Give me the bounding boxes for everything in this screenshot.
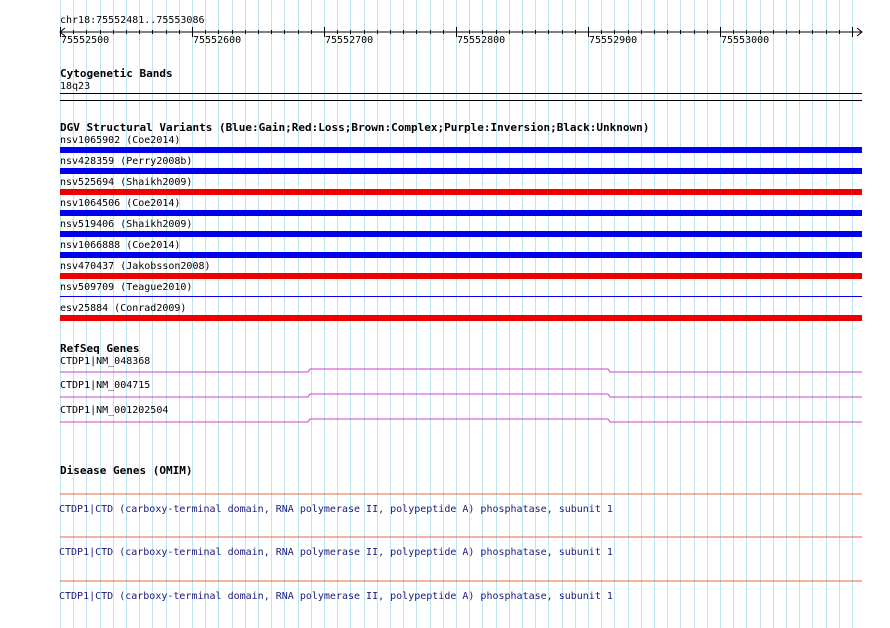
cytoband-label[interactable]: 18q23: [60, 81, 90, 93]
dgv-track-title: DGV Structural Variants (Blue:Gain;Red:L…: [60, 121, 650, 134]
omim-gene-label[interactable]: CTDP1|CTD (carboxy-terminal domain, RNA …: [59, 547, 613, 559]
variant-bar-loss[interactable]: [60, 315, 862, 321]
variant-label[interactable]: nsv428359 (Perry2008b): [60, 156, 192, 168]
omim-track-title: Disease Genes (OMIM): [60, 464, 193, 477]
ruler-tick-label: 75552700: [325, 35, 374, 46]
ruler-tick-label: 75552500: [61, 35, 110, 46]
variant-bar-gain[interactable]: [60, 168, 862, 174]
omim-gene-label[interactable]: CTDP1|CTD (carboxy-terminal domain, RNA …: [59, 504, 613, 516]
variant-bar-gain[interactable]: [60, 147, 862, 153]
variant-bar-gain[interactable]: [60, 210, 862, 216]
variant-label[interactable]: nsv519406 (Shaikh2009): [60, 219, 192, 231]
cytoband-band-bottom: [60, 100, 862, 101]
gene-model[interactable]: [60, 414, 862, 428]
ruler-tick-label: 75552600: [193, 35, 242, 46]
refseq-track-title: RefSeq Genes: [60, 342, 140, 355]
variant-label[interactable]: nsv1064506 (Coe2014): [60, 198, 180, 210]
cytoband-track-title: Cytogenetic Bands: [60, 67, 173, 80]
omim-gene-model[interactable]: [60, 531, 862, 545]
variant-label[interactable]: nsv1066888 (Coe2014): [60, 240, 180, 252]
variant-label[interactable]: nsv1065902 (Coe2014): [60, 135, 180, 147]
variant-bar-gain[interactable]: [60, 252, 862, 258]
ruler-tick-label: 75553000: [721, 35, 770, 46]
variant-label[interactable]: nsv509709 (Teague2010): [60, 282, 192, 294]
ruler-tick-label: 75552800: [457, 35, 506, 46]
variant-bar-gain[interactable]: [60, 231, 862, 237]
omim-gene-model[interactable]: [60, 488, 862, 502]
variant-label[interactable]: esv25884 (Conrad2009): [60, 303, 186, 315]
omim-gene-model[interactable]: [60, 575, 862, 589]
ruler-tick-label: 75552900: [589, 35, 638, 46]
variant-bar-loss[interactable]: [60, 189, 862, 195]
omim-gene-label[interactable]: CTDP1|CTD (carboxy-terminal domain, RNA …: [59, 591, 613, 603]
variant-label[interactable]: nsv525694 (Shaikh2009): [60, 177, 192, 189]
gene-model[interactable]: [60, 364, 862, 378]
cytoband-band-top: [60, 93, 862, 94]
variant-label[interactable]: nsv470437 (Jakobsson2008): [60, 261, 211, 273]
gene-model[interactable]: [60, 389, 862, 403]
variant-bar-gain[interactable]: [60, 296, 862, 297]
variant-bar-loss[interactable]: [60, 273, 862, 279]
